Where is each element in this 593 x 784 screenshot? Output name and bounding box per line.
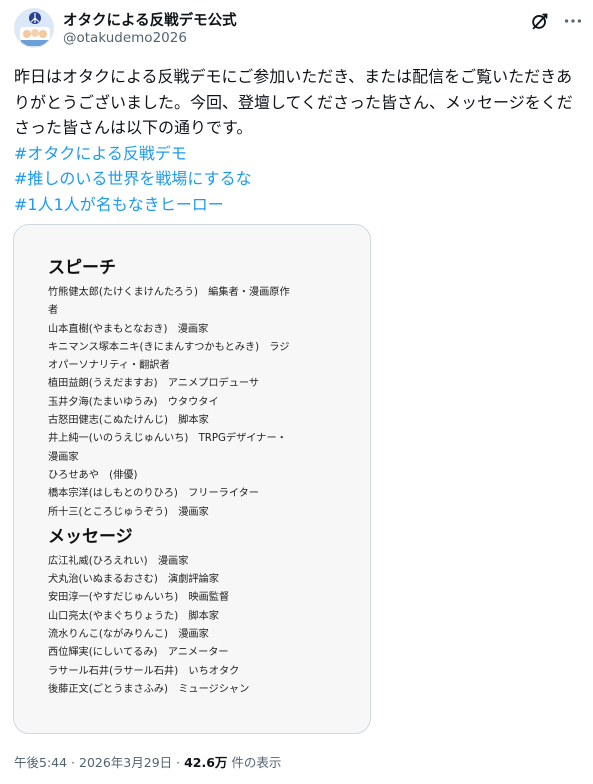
- speech-line: 橋本宗洋(はしもとのりひろ) フリーライター: [48, 488, 259, 500]
- speech-line: 漫画家: [48, 451, 79, 463]
- hashtag-link[interactable]: #1人1人が名もなきヒーロー: [14, 192, 580, 218]
- tweet-body: 昨日はオタクによる反戦デモにご参加いただき、または配信をご覧いただきありがとうご…: [14, 67, 573, 137]
- speech-line: キニマンス塚本ニキ(きにまんすつかもとみき) ラジ: [48, 341, 290, 353]
- post-time[interactable]: 午後5:44: [14, 755, 67, 770]
- speech-line: 植田益朗(うえだますお) アニメプロデューサ: [48, 378, 260, 390]
- speech-line: 竹熊健太郎(たけくまけんたろう) 編集者・漫画原作: [48, 287, 290, 298]
- post-date[interactable]: 2026年3月29日: [79, 755, 172, 770]
- speech-line: 古怒田健志(こぬたけんじ) 脚本家: [48, 415, 209, 427]
- message-line: 後藤正文(ごとうまさふみ) ミュージシャン: [48, 683, 250, 695]
- meta-separator: ·: [67, 755, 79, 770]
- attached-image[interactable]: スピーチ 竹熊健太郎(たけくまけんたろう) 編集者・漫画原作 者 山本直樹(やま…: [13, 224, 371, 734]
- meta-separator: ·: [172, 755, 185, 770]
- avatar-icon: [15, 9, 53, 47]
- message-line: 西位輝実(にしいてるみ) アニメーター: [48, 647, 229, 659]
- speech-line: 所十三(ところじゅうぞう) 漫画家: [48, 506, 209, 518]
- message-line: ラサール石井(ラサール石井) いちオタク: [48, 665, 240, 677]
- tweet-header: オタクによる反戦デモ公式 @otakudemo2026: [14, 8, 582, 50]
- view-label: 件の表示: [227, 755, 282, 770]
- speech-line: 玉井夕海(たまいゆうみ) ウタウタイ: [48, 396, 219, 408]
- message-line: 流水りんこ(ながみりんこ) 漫画家: [48, 629, 209, 641]
- avatar[interactable]: [14, 8, 54, 48]
- message-title: メッセージ: [48, 526, 133, 547]
- speech-line: ひろせあや (俳優): [48, 469, 138, 481]
- speech-list: 竹熊健太郎(たけくまけんたろう) 編集者・漫画原作 者 山本直樹(やまもとなおき…: [48, 284, 348, 522]
- hashtag-link[interactable]: #推しのいる世界を戦場にするな: [14, 166, 580, 192]
- message-line: 安田淳一(やすだじゅんいち) 映画監督: [48, 592, 230, 604]
- account-name[interactable]: オタクによる反戦デモ公式: [63, 9, 237, 30]
- more-icon[interactable]: [562, 10, 584, 32]
- message-line: 犬丸治(いぬまるおさむ) 演劇評論家: [48, 574, 219, 586]
- tweet-meta: 午後5:44 · 2026年3月29日 · 42.6万 件の表示: [14, 752, 281, 771]
- speech-line: オパーソナリティ・翻訳者: [48, 360, 170, 372]
- speech-line: 者: [48, 305, 59, 317]
- speech-line: 井上純一(いのうえじゅんいち) TRPGデザイナー・: [48, 433, 287, 445]
- speech-line: 山本直樹(やまもとなおき) 漫画家: [48, 323, 209, 335]
- message-line: 広江礼威(ひろえれい) 漫画家: [48, 555, 189, 567]
- speech-title: スピーチ: [48, 258, 116, 278]
- grok-icon[interactable]: [529, 10, 551, 32]
- account-handle[interactable]: @otakudemo2026: [63, 30, 187, 46]
- message-list: 広江礼威(ひろえれい) 漫画家 犬丸治(いぬまるおさむ) 演劇評論家 安田淳一(…: [48, 553, 348, 699]
- message-line: 山口亮太(やまぐちりょうた) 脚本家: [48, 610, 219, 622]
- image-content: スピーチ 竹熊健太郎(たけくまけんたろう) 編集者・漫画原作 者 山本直樹(やま…: [48, 257, 348, 699]
- tweet-text: 昨日はオタクによる反戦デモにご参加いただき、または配信をご覧いただきありがとうご…: [14, 64, 580, 217]
- hashtag-link[interactable]: #オタクによる反戦デモ: [14, 141, 580, 167]
- view-count: 42.6万: [184, 755, 228, 770]
